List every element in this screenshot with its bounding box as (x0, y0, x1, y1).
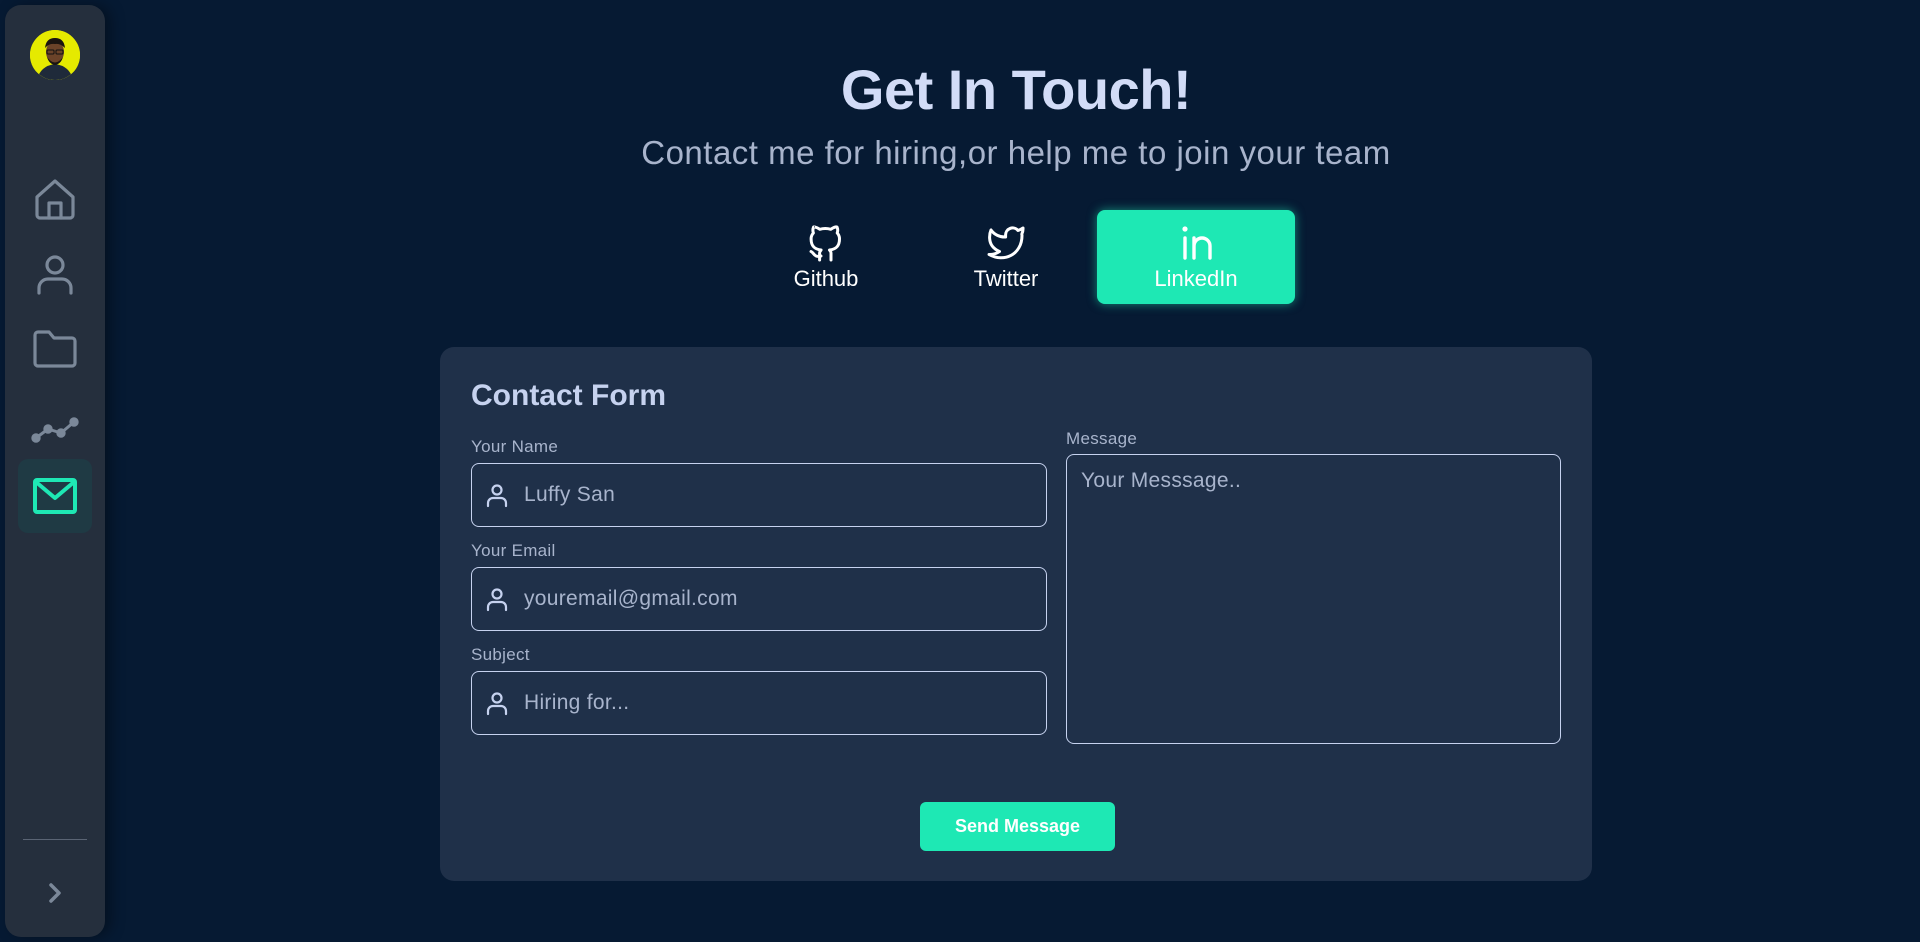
subject-label: Subject (471, 645, 530, 664)
twitter-link[interactable]: Twitter (907, 210, 1105, 304)
chart-line-icon (31, 417, 79, 443)
sidebar-item-contact[interactable] (18, 459, 92, 533)
linkedin-label: LinkedIn (1154, 266, 1238, 291)
page-title: Get In Touch! (840, 58, 1192, 121)
twitter-label: Twitter (973, 266, 1039, 291)
name-input[interactable] (522, 482, 1022, 508)
subject-input[interactable] (522, 690, 1022, 716)
message-label: Message (1066, 429, 1138, 448)
name-field (471, 463, 1047, 527)
twitter-icon (987, 226, 1025, 260)
name-label: Your Name (471, 437, 559, 456)
contact-form-title: Contact Form (471, 379, 666, 412)
email-label: Your Email (471, 541, 556, 560)
github-link[interactable]: Github (727, 210, 925, 304)
mail-icon (33, 478, 77, 514)
chevron-right-icon (49, 883, 61, 903)
linkedin-link[interactable]: LinkedIn (1097, 210, 1295, 304)
github-label: Github (793, 266, 859, 291)
send-message-button[interactable]: Send Message (920, 802, 1115, 851)
email-field (471, 567, 1047, 631)
github-icon (809, 225, 841, 262)
email-input[interactable] (522, 586, 1022, 612)
contact-form-card: Contact Form Your Name Your Email Subjec… (440, 347, 1592, 881)
sidebar-expand-button[interactable] (30, 868, 80, 918)
user-icon (486, 484, 508, 508)
home-icon (35, 179, 75, 220)
sidebar-item-stats[interactable] (18, 387, 92, 461)
sidebar-item-projects[interactable] (18, 312, 92, 386)
user-icon (486, 692, 508, 716)
user-icon (486, 588, 508, 612)
page-subtitle: Contact me for hiring,or help me to join… (641, 134, 1391, 171)
subject-field (471, 671, 1047, 735)
sidebar-item-about[interactable] (18, 237, 92, 311)
linkedin-icon (1182, 226, 1212, 260)
message-input[interactable] (1066, 454, 1561, 744)
folder-icon (33, 330, 77, 368)
user-icon (37, 255, 73, 295)
sidebar-item-home[interactable] (18, 162, 92, 236)
sidebar-divider (23, 839, 87, 840)
